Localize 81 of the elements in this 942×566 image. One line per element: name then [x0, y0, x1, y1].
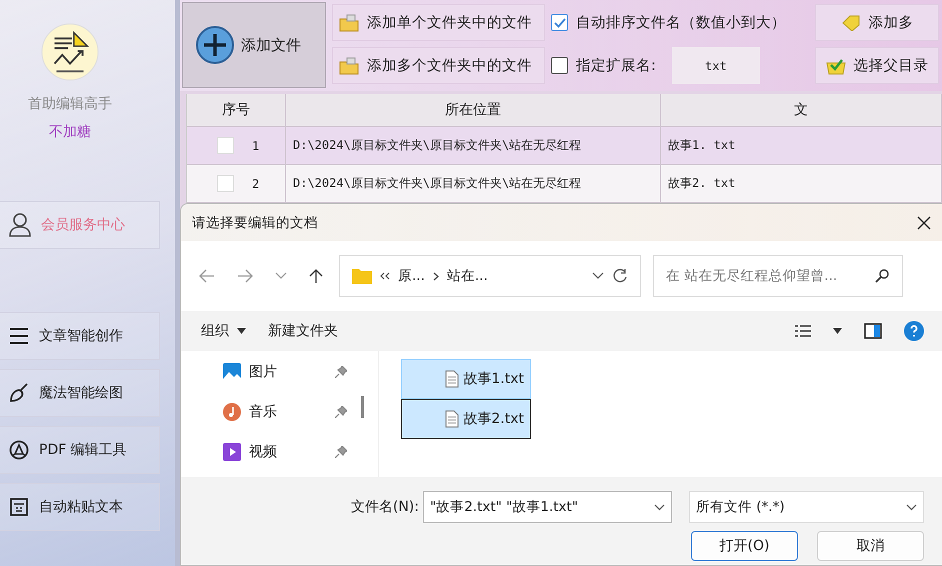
user-name: 不加糖	[48, 123, 92, 141]
add-folder-button[interactable]: 添加多个文件夹中的文件	[332, 47, 545, 84]
column-header: 序号	[187, 94, 286, 126]
pdf-icon	[9, 440, 29, 460]
refresh-icon[interactable]	[612, 268, 628, 284]
forward-icon[interactable]	[237, 269, 253, 284]
nav-pane-item[interactable]: 音乐	[223, 399, 347, 426]
pin-icon[interactable]	[335, 366, 347, 378]
chevron-right-icon	[432, 272, 439, 281]
row-number: 2	[252, 176, 260, 191]
add-file-button[interactable]: 添加文件	[182, 2, 326, 88]
dialog-title: 请选择要编辑的文档	[192, 214, 318, 232]
help-icon[interactable]	[904, 321, 924, 342]
text-file-icon	[445, 370, 460, 388]
tag-icon	[840, 14, 860, 30]
toolbar-button[interactable]: 添加多	[815, 4, 939, 41]
pin-icon[interactable]	[335, 446, 347, 458]
video-icon	[223, 443, 241, 462]
folder-icon	[826, 56, 846, 74]
path-cell: D:\2024\原目标文件夹\原目标文件夹\站在无尽红程	[293, 137, 582, 154]
nav-pane-item[interactable]: 图片	[223, 359, 347, 386]
toolbar-button[interactable]: 选择父目录	[815, 47, 939, 84]
row-checkbox[interactable]	[217, 137, 234, 154]
row-number: 1	[252, 138, 260, 153]
sidebar-item[interactable]: 文章智能创作	[0, 312, 160, 360]
user-icon	[9, 213, 31, 237]
cancel-button[interactable]: 取消	[817, 531, 924, 562]
chevron-down-icon[interactable]	[592, 272, 604, 280]
file-item[interactable]: 故事1.txt	[401, 359, 531, 400]
column-header: 所在位置	[286, 94, 661, 126]
path-cell: D:\2024\原目标文件夹\原目标文件夹\站在无尽红程	[293, 175, 582, 192]
search-icon	[875, 269, 889, 284]
search-field[interactable]: 在 站在无尽红程总仰望曾...	[653, 255, 903, 298]
sidebar-item[interactable]: 魔法智能绘图	[0, 369, 160, 417]
extension-field[interactable]: txt	[672, 47, 760, 84]
scrollbar-thumb[interactable]	[361, 396, 364, 418]
picture-icon	[223, 363, 241, 382]
folder-icon	[339, 56, 359, 74]
option-label: 指定扩展名:	[576, 56, 656, 75]
address-bar[interactable]: 原... 站在...	[339, 255, 641, 298]
nav-pane-item[interactable]: 视频	[223, 439, 347, 466]
checkbox[interactable]	[551, 14, 568, 31]
preview-pane-icon[interactable]	[864, 323, 882, 340]
option-label: 自动排序文件名（数值小到大）	[576, 14, 786, 32]
caret-icon	[237, 328, 246, 334]
column-header: 文	[661, 94, 942, 126]
text-file-icon	[445, 410, 460, 428]
chevron-down-icon	[906, 504, 917, 511]
file-type-dropdown[interactable]: 所有文件 (*.*)	[689, 491, 924, 524]
menu-icon	[9, 327, 29, 345]
breadcrumb-item[interactable]: 站在...	[446, 267, 488, 286]
file-item[interactable]: 故事2.txt	[401, 399, 531, 440]
document-icon	[9, 497, 29, 517]
sidebar-item[interactable]: PDF 编辑工具	[0, 426, 160, 474]
pin-icon[interactable]	[335, 406, 347, 418]
back-icon[interactable]	[199, 269, 215, 284]
brush-icon	[9, 383, 29, 403]
filename-cell: 故事1. txt	[668, 137, 736, 154]
chevron-down-icon	[654, 504, 665, 511]
open-button[interactable]: 打开(O)	[691, 531, 798, 562]
app-name: 首助编辑高手	[27, 95, 113, 113]
logo-icon	[41, 23, 99, 81]
up-arrow-icon[interactable]	[309, 268, 323, 284]
view-list-icon[interactable]	[795, 325, 811, 338]
music-icon	[223, 403, 241, 422]
command-button[interactable]: 组织	[201, 322, 246, 340]
folder-icon	[339, 14, 359, 32]
folder-icon	[352, 268, 372, 284]
command-button[interactable]: 新建文件夹	[268, 322, 338, 340]
plus-icon	[195, 25, 235, 65]
close-icon[interactable]	[917, 216, 931, 230]
row-checkbox[interactable]	[217, 175, 234, 192]
add-folder-button[interactable]: 添加单个文件夹中的文件	[332, 4, 545, 41]
filename-cell: 故事2. txt	[668, 175, 736, 192]
double-chevron-icon	[380, 272, 390, 280]
checkbox[interactable]	[551, 57, 568, 74]
caret-icon[interactable]	[833, 328, 842, 334]
filename-label: 文件名(N):	[350, 498, 419, 516]
breadcrumb-item[interactable]: 原...	[398, 267, 425, 286]
sidebar-item[interactable]: 自动粘贴文本	[0, 483, 160, 531]
filename-field[interactable]: "故事2.txt" "故事1.txt"	[423, 491, 672, 524]
